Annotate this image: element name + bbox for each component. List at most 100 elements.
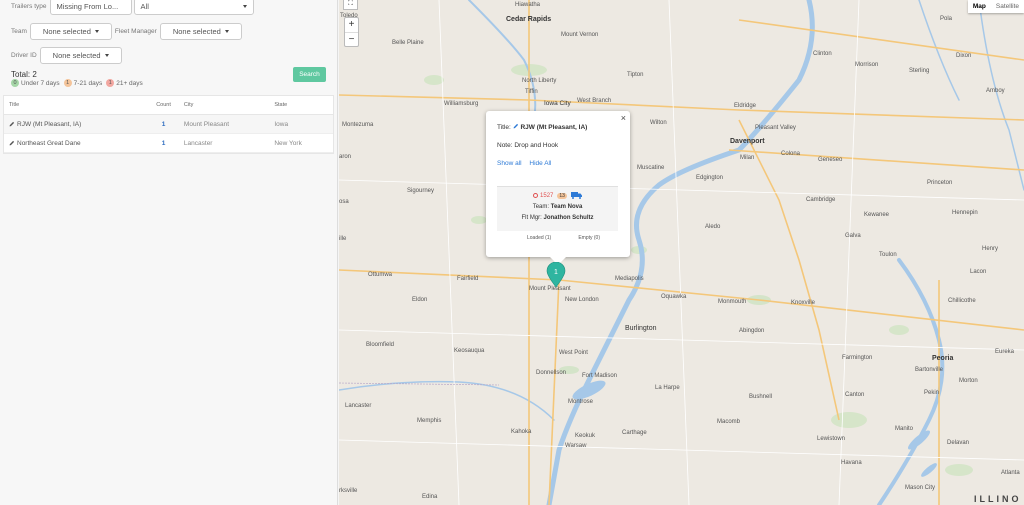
trailers-type-label: Trailers type	[11, 3, 47, 10]
city-label: Aledo	[705, 224, 721, 230]
row-title: Northeast Great Dane	[17, 139, 81, 147]
map-type-control: Map Satellite	[967, 0, 1024, 13]
table-row[interactable]: RJW (Mt Pleasant, IA) 1 Mount Pleasant I…	[4, 115, 333, 134]
info-title-value: RJW (Mt Pleasant, IA)	[520, 124, 588, 131]
trailers-type-secondary-select[interactable]: All	[133, 0, 254, 15]
fleet-manager-label: Fleet Manager	[114, 28, 157, 35]
city-label: Pleasant Valley	[755, 125, 796, 131]
row-count[interactable]: 1	[145, 121, 182, 128]
row-state: New York	[274, 139, 302, 147]
city-label: Macomb	[717, 419, 741, 425]
city-label: Tipton	[627, 72, 644, 78]
city-label: Manito	[895, 426, 914, 432]
close-icon[interactable]: ×	[621, 113, 626, 123]
info-note-line: Note: Drop and Hook	[497, 142, 558, 149]
loaded-count[interactable]: Loaded (1)	[527, 235, 551, 241]
pencil-icon[interactable]	[9, 140, 15, 146]
city-label: Donnellson	[536, 370, 567, 376]
zoom-in-button[interactable]: +	[345, 18, 358, 32]
pencil-icon[interactable]	[9, 121, 15, 127]
pencil-icon[interactable]	[513, 123, 519, 129]
city-label: Warsaw	[565, 443, 587, 449]
city-label: Canton	[845, 392, 865, 398]
fleet-manager-select[interactable]: None selected	[159, 23, 242, 40]
driver-id-select[interactable]: None selected	[39, 47, 122, 64]
search-button[interactable]: Search	[293, 67, 326, 82]
empty-count[interactable]: Empty (0)	[578, 235, 600, 241]
zoom-control: + −	[344, 17, 359, 47]
city-label: Morrison	[855, 62, 879, 68]
city-label: Chillicothe	[948, 298, 976, 304]
city-label: Oquawka	[661, 294, 687, 300]
legend-label-7-21: 7-21 days	[73, 79, 103, 87]
info-links: Show all Hide All	[497, 160, 557, 167]
city-label: Davenport	[730, 138, 765, 145]
city-label: Bloomfield	[366, 342, 395, 348]
city-label: Milan	[740, 155, 755, 161]
row-city: Lancaster	[183, 139, 213, 147]
zoom-out-button[interactable]: −	[345, 32, 358, 46]
city-label: Amboy	[986, 88, 1005, 94]
city-label: Toulon	[879, 252, 897, 258]
driver-id-filter: Driver ID None selected	[11, 47, 122, 64]
city-label: Memphis	[417, 418, 442, 424]
chevron-down-icon	[104, 54, 109, 57]
team-select[interactable]: None selected	[29, 23, 112, 40]
city-label: Montrose	[568, 399, 594, 405]
city-label: North Liberty	[522, 78, 557, 84]
city-label: Keosauqua	[454, 348, 485, 354]
legend-label-under-7: Under 7 days	[21, 79, 60, 87]
header-title[interactable]: Title	[4, 102, 145, 108]
city-label: Muscatine	[637, 165, 665, 171]
map-type-satellite-button[interactable]: Satellite	[991, 0, 1024, 13]
total-count: Total: 2	[11, 70, 37, 79]
row-count[interactable]: 1	[145, 140, 182, 147]
trailers-type-select[interactable]: Missing From Lo...	[49, 0, 132, 15]
city-label: Monmouth	[718, 299, 747, 305]
map-canvas[interactable]: Hiawatha Cedar Rapids Mount Vernon Belle…	[339, 0, 1024, 505]
city-label: Atlanta	[1001, 470, 1020, 476]
table-header: Title Count City State	[4, 96, 333, 115]
trailer-fleet-manager: Flt Mgr: Jonathon Schultz	[497, 215, 618, 221]
city-label: Mason City	[905, 485, 936, 491]
city-label: Sigourney	[407, 188, 435, 194]
city-label: Carthage	[622, 430, 647, 436]
trailer-id: 1527	[540, 192, 554, 199]
city-label: Kewanee	[864, 212, 890, 218]
info-window: × Title: RJW (Mt Pleasant, IA) Note: Dro…	[486, 111, 630, 265]
city-label: Tiffin	[525, 89, 538, 95]
trailer-fleet-mgr-label: Flt Mgr:	[521, 215, 542, 221]
trailers-type-filter: Trailers type Missing From Lo... All	[11, 0, 254, 15]
header-state[interactable]: State	[274, 102, 333, 108]
city-label: Delavan	[947, 440, 970, 446]
fullscreen-button[interactable]: ⛶	[343, 0, 358, 10]
city-label: Bartonville	[915, 367, 944, 373]
header-city[interactable]: City	[182, 102, 274, 108]
map-type-map-button[interactable]: Map	[968, 0, 991, 13]
city-label: Clinton	[813, 51, 832, 57]
city-label: Pekin	[924, 390, 940, 396]
city-label: Eldon	[412, 297, 428, 303]
trailer-team-label: Team:	[532, 204, 550, 210]
map-base-layer	[339, 0, 1024, 505]
trailer-card: 1527 13 Team: Team Nova Flt Mgr: Jonatho…	[497, 186, 618, 231]
row-title: RJW (Mt Pleasant, IA)	[17, 120, 82, 128]
city-label: Burlington	[625, 325, 657, 332]
table-row[interactable]: Northeast Great Dane 1 Lancaster New Yor…	[4, 134, 333, 153]
header-count[interactable]: Count	[145, 102, 182, 108]
city-label: Colona	[781, 151, 801, 157]
city-label: Cambridge	[806, 197, 836, 203]
age-legend: 0 Under 7 days 1 7-21 days 1 21+ days	[11, 79, 147, 87]
city-label: Edgington	[696, 175, 724, 181]
trailer-days-badge: 13	[557, 192, 567, 199]
legend-badge-7-21: 1	[63, 79, 72, 87]
city-label: Geneseo	[818, 157, 843, 163]
city-label: Fairfield	[457, 276, 479, 282]
city-label: Mediapolis	[615, 276, 644, 282]
city-label: Montezuma	[342, 122, 374, 128]
city-label: Lewistown	[817, 436, 846, 442]
show-all-link[interactable]: Show all	[497, 160, 522, 167]
hide-all-link[interactable]: Hide All	[529, 160, 551, 167]
location-pin-icon[interactable]: 1	[546, 262, 566, 288]
city-label: Abingdon	[739, 328, 765, 334]
